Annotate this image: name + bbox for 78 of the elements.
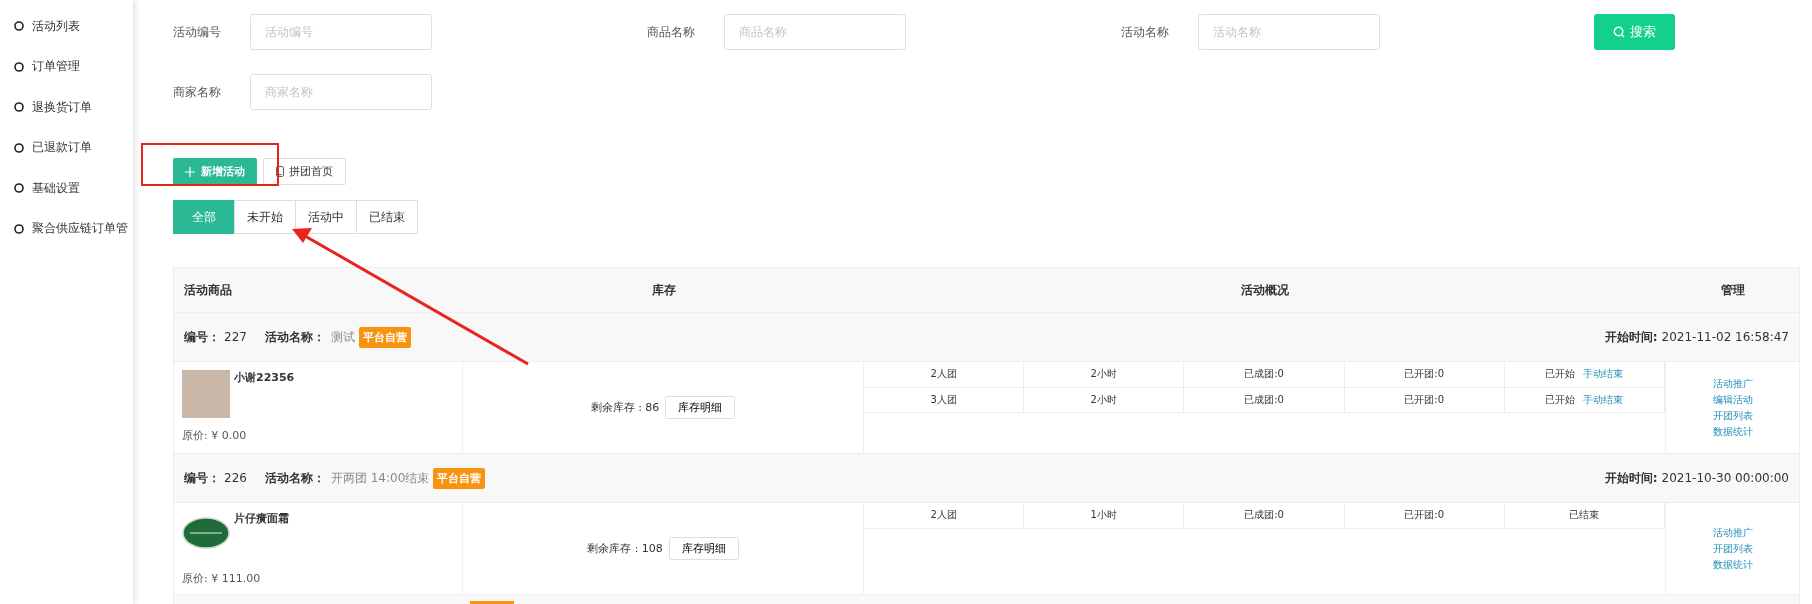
stock-text: 剩余库存 : 108	[587, 541, 663, 556]
column-header: 库存	[463, 268, 864, 313]
end-link[interactable]: 手动结束	[1583, 392, 1624, 407]
product-price: 原价: ¥ 0.00	[182, 428, 248, 444]
start-label: 开始时间:	[1604, 469, 1658, 487]
oval-logo-icon	[182, 517, 230, 549]
filter-label: 活动名称	[1121, 23, 1170, 41]
phone-icon	[276, 166, 284, 177]
status-text: 已开始	[1545, 367, 1576, 382]
tag-badge: 平台自营	[358, 326, 411, 348]
sidebar-item[interactable]: 已退款订单	[0, 127, 133, 168]
circle-icon	[14, 223, 24, 234]
action-link[interactable]: 活动推广	[1712, 524, 1753, 541]
product-name: 片仔癀面霜	[234, 511, 290, 527]
activity-name: 开两团 14:00结束	[330, 469, 430, 487]
filter-label: 活动编号	[173, 23, 222, 41]
circle-icon	[14, 61, 24, 72]
name-label: 活动名称：	[264, 469, 325, 487]
sidebar-item[interactable]: 退换货订单	[0, 87, 133, 128]
table-cell: 已开团:0	[1344, 503, 1505, 529]
table-cell: 2人团	[864, 362, 1025, 388]
table-cell: 已成团:0	[1184, 503, 1345, 529]
id-value: 226	[224, 471, 247, 485]
end-link[interactable]: 手动结束	[1583, 367, 1624, 382]
search-icon	[1613, 26, 1625, 38]
column-header: 活动概况	[864, 268, 1666, 313]
stock-text: 剩余库存 : 86	[590, 400, 660, 415]
stock-detail-button[interactable]: 库存明细	[668, 537, 739, 560]
sidebar-item[interactable]: 基础设置	[0, 168, 133, 209]
group-home-button[interactable]: 拼团首页	[263, 158, 346, 185]
action-link[interactable]: 活动推广	[1712, 375, 1753, 392]
circle-icon	[14, 21, 24, 32]
table-cell: 2人团	[864, 503, 1025, 529]
start-time: 2021-11-02 16:58:47	[1661, 330, 1789, 344]
filter-input[interactable]: 活动名称	[1198, 14, 1380, 50]
activity-name: 测试	[330, 328, 355, 346]
photo-placeholder	[182, 370, 230, 418]
filter-label: 商品名称	[647, 23, 696, 41]
filter-input[interactable]: 商家名称	[250, 74, 432, 110]
table-cell: 已成团:0	[1184, 387, 1345, 413]
table-cell: 2小时	[1024, 387, 1185, 413]
action-link[interactable]: 数据统计	[1712, 423, 1753, 440]
table-cell: 2小时	[1024, 362, 1185, 388]
filter-label: 商家名称	[173, 83, 222, 101]
sidebar-item[interactable]: 聚合供应链订单管	[0, 208, 133, 249]
filter-tab[interactable]: 已结束	[356, 200, 418, 234]
table-cell: 已成团:0	[1184, 362, 1345, 388]
table-cell: 3人团	[864, 387, 1025, 413]
action-link[interactable]: 开团列表	[1712, 540, 1753, 557]
filter-tab[interactable]: 活动中	[295, 200, 357, 234]
action-link[interactable]: 编辑活动	[1712, 391, 1753, 408]
filter-input[interactable]: 商品名称	[724, 14, 906, 50]
start-label: 开始时间:	[1604, 328, 1658, 346]
action-link[interactable]: 数据统计	[1712, 556, 1753, 573]
table-cell: 1小时	[1024, 503, 1185, 529]
sidebar-item[interactable]: 订单管理	[0, 46, 133, 87]
name-label: 活动名称：	[264, 328, 325, 346]
filter-tab[interactable]: 未开始	[234, 200, 296, 234]
status-text: 已结束	[1569, 508, 1600, 523]
id-label: 编号：	[184, 469, 220, 487]
plus-icon	[185, 166, 195, 177]
status-text: 已开始	[1545, 392, 1576, 407]
column-header: 管理	[1666, 268, 1799, 313]
circle-icon	[14, 142, 24, 153]
circle-icon	[14, 183, 24, 194]
id-label: 编号：	[184, 328, 220, 346]
sidebar-item[interactable]: 活动列表	[0, 6, 133, 47]
table-cell: 已开团:0	[1344, 362, 1505, 388]
product-price: 原价: ¥ 111.00	[182, 571, 262, 587]
tag-badge: 平台自营	[433, 467, 486, 489]
id-value: 227	[224, 330, 247, 344]
stock-detail-button[interactable]: 库存明细	[665, 396, 736, 419]
column-header: 活动商品	[174, 268, 463, 313]
circle-icon	[14, 102, 24, 113]
product-name: 小谢22356	[234, 370, 296, 386]
start-time: 2021-10-30 00:00:00	[1661, 471, 1789, 485]
action-link[interactable]: 开团列表	[1712, 407, 1753, 424]
table-cell: 已开团:0	[1344, 387, 1505, 413]
